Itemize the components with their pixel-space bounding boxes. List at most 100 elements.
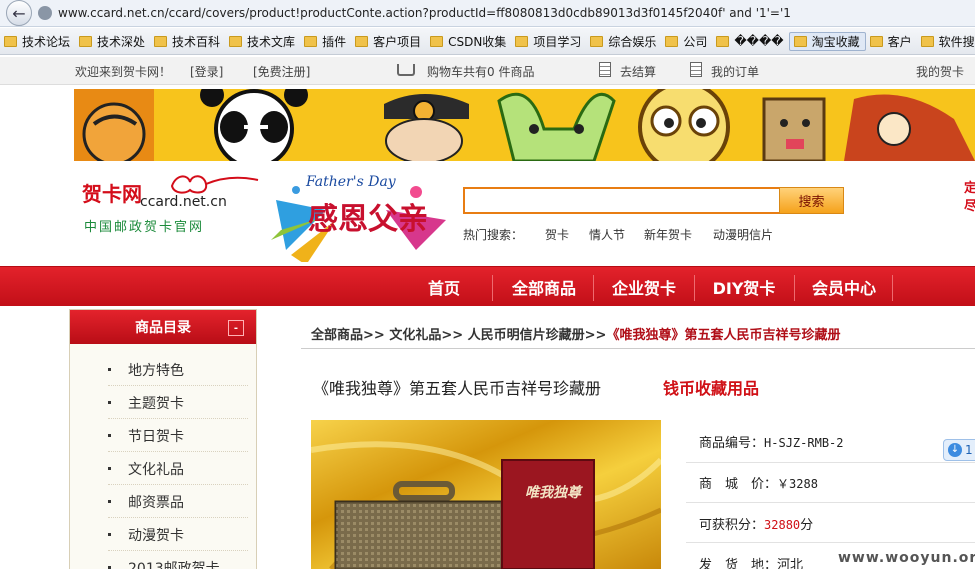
bookmark-label: 综合娱乐: [608, 34, 657, 49]
product-category[interactable]: 钱币收藏用品: [663, 375, 759, 399]
sidebar-item-holiday-cards[interactable]: 节日贺卡: [108, 420, 248, 452]
site-globe-icon: [38, 6, 52, 20]
register-link[interactable]: [免费注册]: [253, 63, 310, 80]
back-button[interactable]: ←: [6, 0, 32, 26]
folder-icon: [355, 35, 369, 47]
bookmark-label: 软件搜集: [938, 34, 975, 49]
breadcrumb-link[interactable]: 人民币明信片珍藏册>>: [468, 328, 607, 343]
folder-icon: [154, 35, 168, 47]
my-card-link[interactable]: 我的贺卡: [916, 63, 964, 80]
detail-divider: [686, 542, 975, 543]
cart-icon: [397, 64, 415, 76]
folder-icon: [869, 35, 883, 47]
login-link[interactable]: [登录]: [190, 63, 223, 80]
fathers-day-promo[interactable]: Father's Day 感恩父亲: [266, 170, 462, 262]
back-arrow-icon: ←: [12, 3, 26, 23]
heart-logo-icon: [170, 175, 259, 194]
welcome-text: 欢迎来到贺卡网！: [75, 65, 172, 79]
cartoon-banner[interactable]: [74, 89, 975, 161]
bookmark-item[interactable]: 技术深处: [75, 33, 150, 50]
sidebar-item-stamps[interactable]: 邮资票品: [108, 486, 248, 518]
hot-term-link[interactable]: 动漫明信片: [713, 226, 773, 243]
search-input[interactable]: [463, 187, 781, 214]
product-title: 《唯我独尊》第五套人民币吉祥号珍藏册: [313, 379, 602, 398]
bookmark-item[interactable]: 淘宝收藏: [788, 31, 866, 51]
folder-icon: [430, 35, 444, 47]
nav-divider: [794, 275, 795, 301]
bookmark-item[interactable]: 技术论坛: [0, 33, 75, 50]
checkout-link[interactable]: 去结算: [620, 63, 656, 80]
bookmark-item[interactable]: 公司: [661, 33, 712, 50]
folder-icon: [920, 35, 934, 47]
bookmark-item[interactable]: 客户: [866, 33, 917, 50]
bookmark-item[interactable]: 技术文库: [225, 33, 300, 50]
nav-enterprise-cards[interactable]: 企业贺卡: [600, 267, 688, 307]
bookmark-item[interactable]: CSDN收集: [426, 33, 511, 50]
bookmark-item[interactable]: 技术百科: [150, 33, 225, 50]
promo-main-text: 感恩父亲: [308, 202, 428, 237]
folder-icon: [79, 35, 93, 47]
collapse-icon[interactable]: -: [228, 320, 244, 336]
product-image[interactable]: 唯我独尊: [311, 420, 661, 569]
breadcrumb-link[interactable]: 文化礼品>>: [389, 328, 463, 343]
promo-title: Father's Day: [306, 174, 396, 190]
bullet-icon: [108, 368, 111, 371]
sidebar-item-label: 文化礼品: [128, 461, 184, 478]
folder-icon: [793, 35, 807, 47]
sidebar-item-label: 地方特色: [128, 362, 184, 379]
share-widget[interactable]: ↓ 1: [943, 439, 975, 461]
bookmark-item[interactable]: 综合娱乐: [586, 33, 661, 50]
nav-diy-cards[interactable]: DIY贺卡: [700, 267, 788, 307]
checkout-icon: [599, 62, 611, 77]
bookmark-label: ����: [734, 34, 784, 48]
breadcrumb-current: 《唯我独尊》第五套人民币吉祥号珍藏册: [606, 328, 841, 343]
nav-divider: [593, 275, 594, 301]
url-field[interactable]: www.ccard.net.cn/ccard/covers/product!pr…: [58, 6, 791, 20]
sidebar-item-2013-postal-cards[interactable]: 2013邮政贺卡: [108, 552, 248, 569]
product-price-row: 商 城 价：￥3288: [699, 473, 818, 492]
bookmark-item[interactable]: 软件搜集: [917, 33, 975, 50]
bookmark-item[interactable]: 插件: [300, 33, 351, 50]
product-points-row: 可获积分：32880分: [699, 514, 813, 533]
nav-member-center[interactable]: 会员中心: [800, 267, 888, 307]
nav-home[interactable]: 首页: [403, 267, 485, 307]
search-button[interactable]: 搜索: [779, 187, 844, 214]
product-code-row: 商品编号：H-SJZ-RMB-2: [699, 432, 844, 451]
hot-term-link[interactable]: 贺卡: [545, 226, 569, 243]
breadcrumb-link[interactable]: 全部商品>>: [311, 328, 385, 343]
hot-term-link[interactable]: 情人节: [589, 226, 625, 243]
category-sidebar: 商品目录 - 地方特色 主题贺卡 节日贺卡 文化礼品 邮资票品 动漫贺卡 201…: [69, 309, 257, 569]
sidebar-item-local-specialty[interactable]: 地方特色: [108, 354, 248, 386]
sidebar-item-anime-cards[interactable]: 动漫贺卡: [108, 519, 248, 551]
folder-icon: [304, 35, 318, 47]
orders-link[interactable]: 我的订单: [711, 63, 759, 80]
site-logo[interactable]: 贺卡网 ccard.net.cn 中国邮政贺卡官网: [82, 172, 262, 238]
bullet-icon: [108, 500, 111, 503]
product-price-label: 商 城 价：: [699, 477, 778, 492]
nav-divider: [492, 275, 493, 301]
product-points-unit: 分: [800, 518, 814, 533]
sidebar-item-label: 主题贺卡: [128, 395, 184, 412]
cart-summary[interactable]: 购物车共有0 件商品: [427, 63, 534, 80]
logo-subtitle: 中国邮政贺卡官网: [84, 220, 205, 235]
sidebar-item-label: 2013邮政贺卡: [128, 560, 220, 569]
nav-all-products[interactable]: 全部商品: [500, 267, 588, 307]
nav-divider: [892, 275, 893, 301]
sidebar-item-cultural-gifts[interactable]: 文化礼品: [108, 453, 248, 485]
product-points-label: 可获积分：: [699, 518, 765, 533]
bookmark-label: 技术深处: [97, 34, 146, 49]
bullet-icon: [108, 434, 111, 437]
product-ship-value: 河北: [777, 558, 804, 569]
detail-divider: [686, 502, 975, 503]
product-points-value: 32880: [764, 518, 801, 532]
bookmark-item[interactable]: 项目学习: [511, 33, 586, 50]
bookmark-item[interactable]: ����: [712, 34, 788, 48]
bookmark-label: 客户项目: [373, 34, 422, 49]
bookmark-label: 技术百科: [172, 34, 221, 49]
bookmark-item[interactable]: 客户项目: [351, 33, 426, 50]
hot-term-link[interactable]: 新年贺卡: [644, 226, 692, 243]
right-edge-char: 尽: [964, 199, 975, 214]
bullet-icon: [108, 533, 111, 536]
product-photo-art: [311, 420, 661, 569]
sidebar-item-theme-cards[interactable]: 主题贺卡: [108, 387, 248, 419]
